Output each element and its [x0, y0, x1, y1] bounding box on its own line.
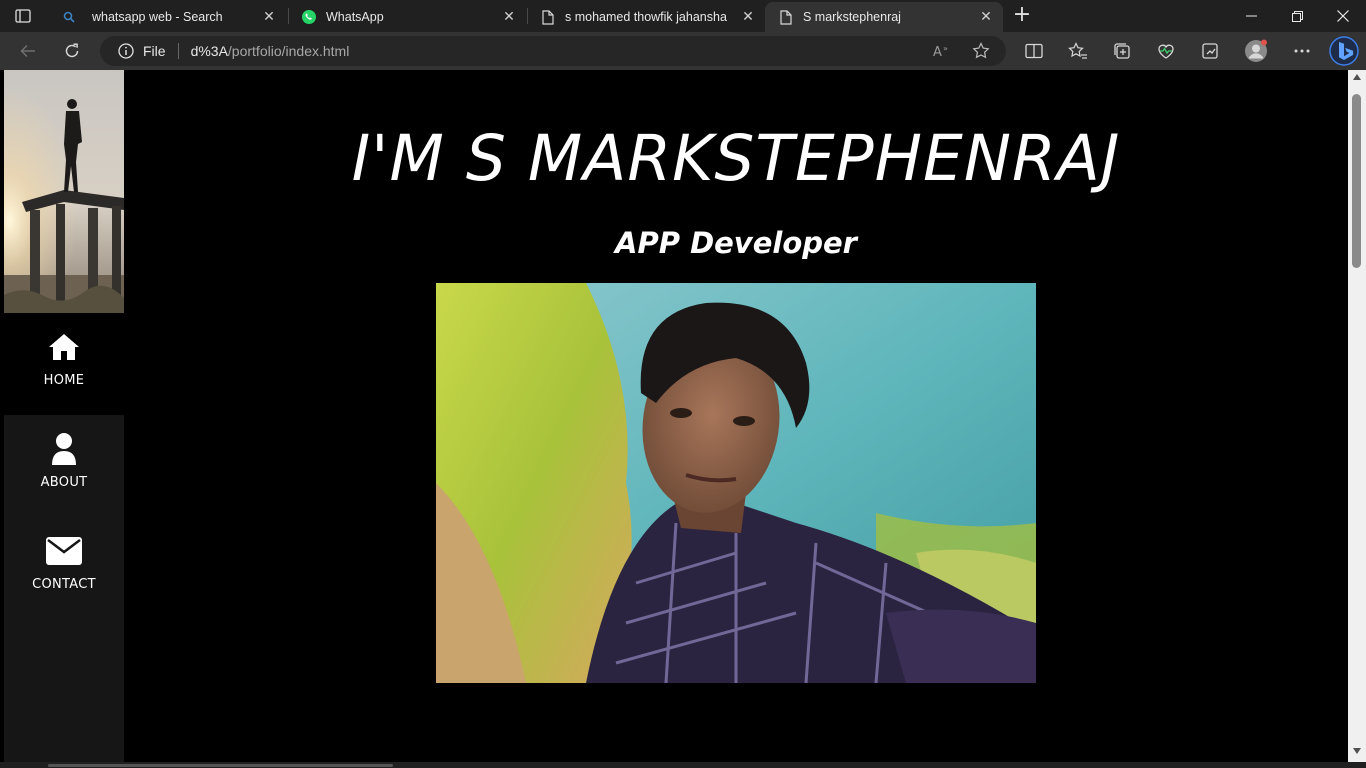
profile-photo [4, 70, 124, 313]
user-icon [44, 429, 84, 469]
home-icon [44, 327, 84, 367]
document-icon [539, 8, 557, 26]
sidebar-item-label: ABOUT [40, 475, 88, 490]
back-button[interactable] [15, 39, 41, 63]
whatsapp-icon [300, 8, 318, 26]
horizontal-scrollbar[interactable] [0, 762, 1366, 768]
restore-button[interactable] [1274, 0, 1320, 32]
scroll-down-arrow-icon[interactable] [1353, 748, 1361, 754]
tab-actions-icon[interactable] [12, 6, 34, 26]
close-icon[interactable]: ✕ [975, 6, 997, 28]
url-path: /portfolio/index.html [227, 43, 350, 59]
info-icon[interactable] [116, 41, 136, 61]
profile-avatar[interactable] [1243, 39, 1269, 62]
close-icon[interactable]: ✕ [498, 6, 520, 28]
scroll-thumb[interactable] [1352, 94, 1361, 268]
tab-markstephenraj[interactable]: S markstephenraj ✕ [765, 2, 1003, 32]
minimize-button[interactable] [1228, 0, 1274, 32]
sidebar-item-about[interactable]: ABOUT [4, 415, 124, 517]
collections-icon[interactable] [1110, 40, 1134, 62]
tab-title: s mohamed thowfik jahansha [565, 10, 727, 24]
page-viewport: HOME ABOUT CONTACT I'M S MARKSTEPHENRAJ … [4, 70, 1348, 762]
address-toolbar: File d%3A /portfolio/index.html A» [0, 32, 1366, 70]
tab-title: S markstephenraj [803, 10, 901, 24]
sidebar-item-contact[interactable]: CONTACT [4, 517, 124, 619]
scroll-up-arrow-icon[interactable] [1353, 74, 1361, 80]
close-icon[interactable]: ✕ [258, 6, 280, 28]
address-bar[interactable]: File d%3A /portfolio/index.html [100, 36, 1006, 66]
new-tab-button[interactable]: + [1010, 4, 1034, 28]
close-icon[interactable]: ✕ [737, 6, 759, 28]
sidebar-item-label: CONTACT [32, 577, 96, 592]
vertical-scrollbar[interactable] [1348, 70, 1366, 762]
split-screen-icon[interactable] [1022, 40, 1046, 62]
document-icon [777, 8, 795, 26]
hero-subtitle: APP Developer [615, 226, 857, 260]
search-icon [60, 8, 78, 26]
sidebar: HOME ABOUT CONTACT [4, 70, 124, 762]
hero-title: I'M S MARKSTEPHENRAJ [351, 122, 1121, 195]
bing-copilot-icon[interactable] [1328, 35, 1360, 67]
favorites-icon[interactable] [1066, 40, 1090, 62]
svg-text:A: A [933, 45, 942, 59]
favorite-star-icon[interactable] [970, 40, 992, 62]
hero-portrait-photo [436, 283, 1036, 683]
close-window-button[interactable] [1320, 0, 1366, 32]
svg-text:»: » [943, 44, 948, 53]
performance-icon[interactable] [1198, 40, 1222, 62]
tab-title: whatsapp web - Search [92, 10, 223, 24]
read-aloud-icon[interactable]: A» [930, 40, 952, 62]
tab-bar: whatsapp web - Search ✕ WhatsApp ✕ s moh… [0, 0, 1366, 32]
sidebar-item-home[interactable]: HOME [4, 313, 124, 415]
refresh-button[interactable] [59, 39, 85, 63]
tab-whatsapp[interactable]: WhatsApp ✕ [288, 2, 526, 32]
divider [177, 43, 179, 59]
more-options-icon[interactable] [1290, 40, 1314, 62]
browser-essentials-icon[interactable] [1154, 40, 1178, 62]
envelope-icon [44, 531, 84, 571]
sidebar-item-label: HOME [43, 373, 85, 388]
scheme-label: File [143, 43, 166, 59]
tab-title: WhatsApp [326, 10, 384, 24]
horizontal-scroll-thumb[interactable] [48, 764, 393, 767]
url-host: d%3A [190, 43, 228, 59]
tab-thowfik[interactable]: s mohamed thowfik jahansha ✕ [527, 2, 765, 32]
main-content: I'M S MARKSTEPHENRAJ APP Developer [124, 70, 1348, 762]
tab-whatsapp-search[interactable]: whatsapp web - Search ✕ [48, 2, 286, 32]
